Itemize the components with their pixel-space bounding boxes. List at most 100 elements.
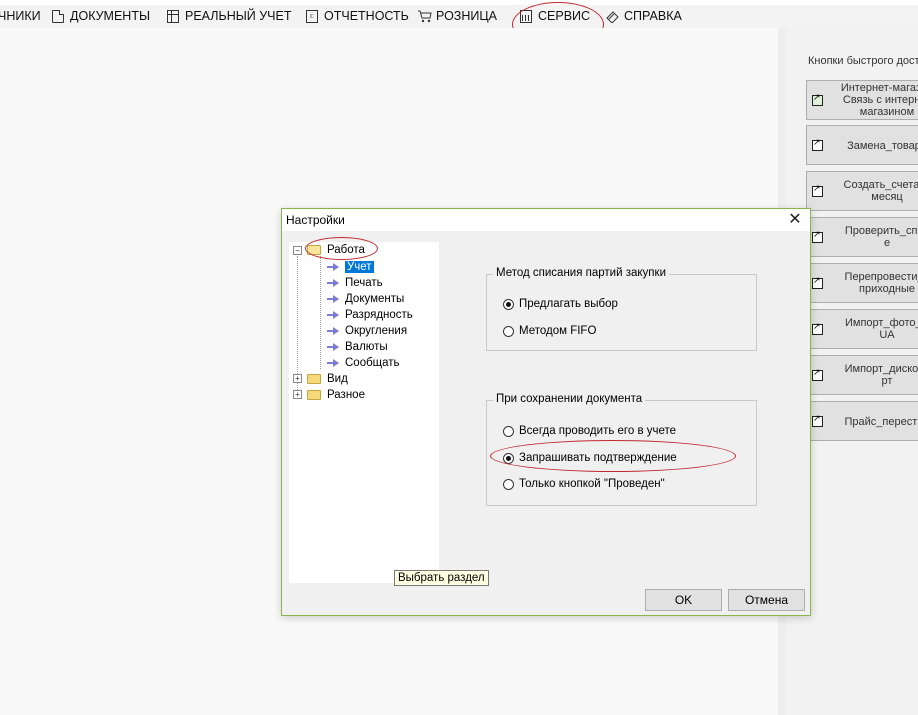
menu-item-real-accounting[interactable]: РЕАЛЬНЫЙ УЧЕТ — [167, 8, 292, 24]
menu-item-help[interactable]: СПРАВКА — [606, 8, 682, 24]
quick-button-check-list[interactable]: Проверить_спис е — [806, 217, 918, 257]
quick-button-replace-goods[interactable]: Замена_товара — [806, 125, 918, 165]
quick-button-line: Замена_товара — [847, 140, 918, 152]
quick-button-line: Перепровести_в — [844, 271, 918, 283]
radio-label: Запрашивать подтверждение — [519, 452, 677, 464]
arrow-right-icon — [327, 262, 339, 271]
menu-label: СЕРВИС — [538, 9, 591, 23]
top-strip — [0, 0, 918, 5]
shortcut-icon — [812, 275, 823, 289]
radio-fifo[interactable]: Методом FIFO — [503, 325, 596, 337]
cart-icon — [418, 10, 432, 23]
quick-button-online-store[interactable]: Интернет-магазин Связь с интернет магази… — [806, 80, 918, 120]
tree-expander-misc[interactable]: + — [293, 390, 302, 399]
quick-button-price-rebuild[interactable]: Прайс_перестро — [806, 401, 918, 441]
groupbox-title: При сохранении документа — [493, 393, 646, 405]
quick-button-import-discount[interactable]: Импорт_дисконт рт — [806, 355, 918, 395]
arrow-right-icon — [327, 326, 339, 335]
radio-ask-confirmation[interactable]: Запрашивать подтверждение — [503, 452, 677, 464]
radio-circle — [503, 298, 514, 310]
tooltip: Выбрать раздел — [394, 570, 489, 586]
menu-item-directories[interactable]: ЧНИКИ — [0, 8, 41, 24]
quick-button-line: UA — [879, 329, 895, 341]
store-icon — [812, 92, 823, 106]
tree-node-digits[interactable]: Разрядность — [327, 307, 413, 322]
tree-node-label: Валюты — [345, 340, 388, 353]
radio-circle — [503, 478, 514, 490]
groupbox-write-off-method: Метод списания партий закупки Предлагать… — [486, 267, 757, 351]
tree-node-label: Учет — [345, 260, 374, 273]
quick-button-line: Создать_счета_з — [843, 179, 918, 191]
radio-label: Предлагать выбор — [519, 298, 618, 310]
menu-item-service[interactable]: СЕРВИС — [520, 8, 590, 24]
radio-always-post[interactable]: Всегда проводить его в учете — [503, 425, 676, 437]
tree-node-label: Округления — [345, 324, 408, 337]
arrow-right-icon — [327, 294, 339, 303]
tree-node-messages[interactable]: Сообщать — [327, 355, 400, 370]
tree-node-work[interactable]: Работа — [307, 242, 365, 257]
tree-node-print[interactable]: Печать — [327, 275, 383, 290]
shortcut-icon — [812, 183, 823, 197]
quick-access-title: Кнопки быстрого дост — [808, 55, 918, 67]
radio-only-button[interactable]: Только кнопкой "Проведен" — [503, 478, 665, 490]
radio-label: Только кнопкой "Проведен" — [519, 478, 665, 490]
folder-icon — [307, 389, 321, 400]
quick-button-line: Импорт_фото_Р — [845, 317, 918, 329]
dialog-title: Настройки — [286, 213, 345, 227]
tree-node-documents[interactable]: Документы — [327, 291, 404, 306]
tree-node-accounting[interactable]: Учет — [327, 259, 374, 274]
quick-button-create-invoices[interactable]: Создать_счета_з месяц — [806, 171, 918, 211]
quick-button-line: Прайс_перестро — [844, 416, 918, 428]
menu-label: ЧНИКИ — [0, 9, 41, 23]
radio-circle — [503, 452, 514, 464]
quick-button-line: магазином — [859, 106, 915, 118]
cancel-button[interactable]: Отмена — [728, 589, 805, 611]
tree-node-currencies[interactable]: Валюты — [327, 339, 388, 354]
radio-label: Всегда проводить его в учете — [519, 425, 677, 437]
quick-button-import-photo[interactable]: Импорт_фото_Р UA — [806, 309, 918, 349]
tree-node-rounding[interactable]: Округления — [327, 323, 408, 338]
menu-item-documents[interactable]: ДОКУМЕНТЫ — [52, 8, 150, 24]
radio-label: Методом FIFO — [519, 325, 597, 337]
groupbox-title: Метод списания партий закупки — [493, 267, 669, 279]
calendar-icon — [520, 9, 532, 23]
open-folder-icon — [307, 244, 321, 255]
tree-node-label: Сообщать — [345, 356, 400, 369]
settings-dialog: Настройки ✕ − Работа Учет Печать Докумен… — [281, 208, 811, 616]
shortcut-icon — [812, 367, 823, 381]
quick-button-line: Интернет-магазин — [840, 82, 918, 94]
close-icon[interactable]: ✕ — [786, 211, 804, 229]
tree-node-label: Вид — [327, 372, 348, 385]
menu-item-retail[interactable]: РОЗНИЦА — [418, 8, 497, 24]
tree-expander-view[interactable]: + — [293, 374, 302, 383]
tree-expander-work[interactable]: − — [293, 246, 302, 255]
menu-label: ДОКУМЕНТЫ — [70, 9, 151, 23]
menu-label: РЕАЛЬНЫЙ УЧЕТ — [185, 9, 292, 23]
menu-label: СПРАВКА — [624, 9, 682, 23]
groupbox-on-save: При сохранении документа Всегда проводит… — [486, 393, 757, 506]
report-icon: ı: — [306, 9, 318, 23]
tree-node-label: Печать — [345, 276, 383, 289]
tree-node-misc[interactable]: Разное — [307, 387, 365, 402]
grid-icon — [167, 9, 179, 23]
book-icon — [606, 10, 619, 24]
quick-button-line: месяц — [871, 191, 903, 203]
document-icon — [52, 9, 64, 23]
quick-button-line: рт — [881, 375, 893, 387]
shortcut-icon — [812, 137, 823, 151]
tree-node-view[interactable]: Вид — [307, 371, 348, 386]
top-menu-bar: ЧНИКИ ДОКУМЕНТЫ РЕАЛЬНЫЙ УЧЕТ ı: ОТЧЕТНО… — [0, 0, 918, 28]
dialog-titlebar[interactable]: Настройки ✕ — [282, 209, 810, 231]
tree-node-label: Работа — [327, 243, 365, 256]
ok-button[interactable]: OK — [645, 589, 722, 611]
menu-label: РОЗНИЦА — [436, 9, 497, 23]
radio-offer-choice[interactable]: Предлагать выбор — [503, 298, 618, 310]
quick-button-repost-receipts[interactable]: Перепровести_в приходные — [806, 263, 918, 303]
settings-tree[interactable]: − Работа Учет Печать Документы Разряднос… — [289, 242, 439, 583]
arrow-right-icon — [327, 310, 339, 319]
menu-item-reports[interactable]: ı: ОТЧЕТНОСТЬ — [306, 8, 409, 24]
arrow-right-icon — [327, 358, 339, 367]
tree-connector — [320, 256, 321, 369]
arrow-right-icon — [327, 342, 339, 351]
shortcut-icon — [812, 229, 823, 243]
